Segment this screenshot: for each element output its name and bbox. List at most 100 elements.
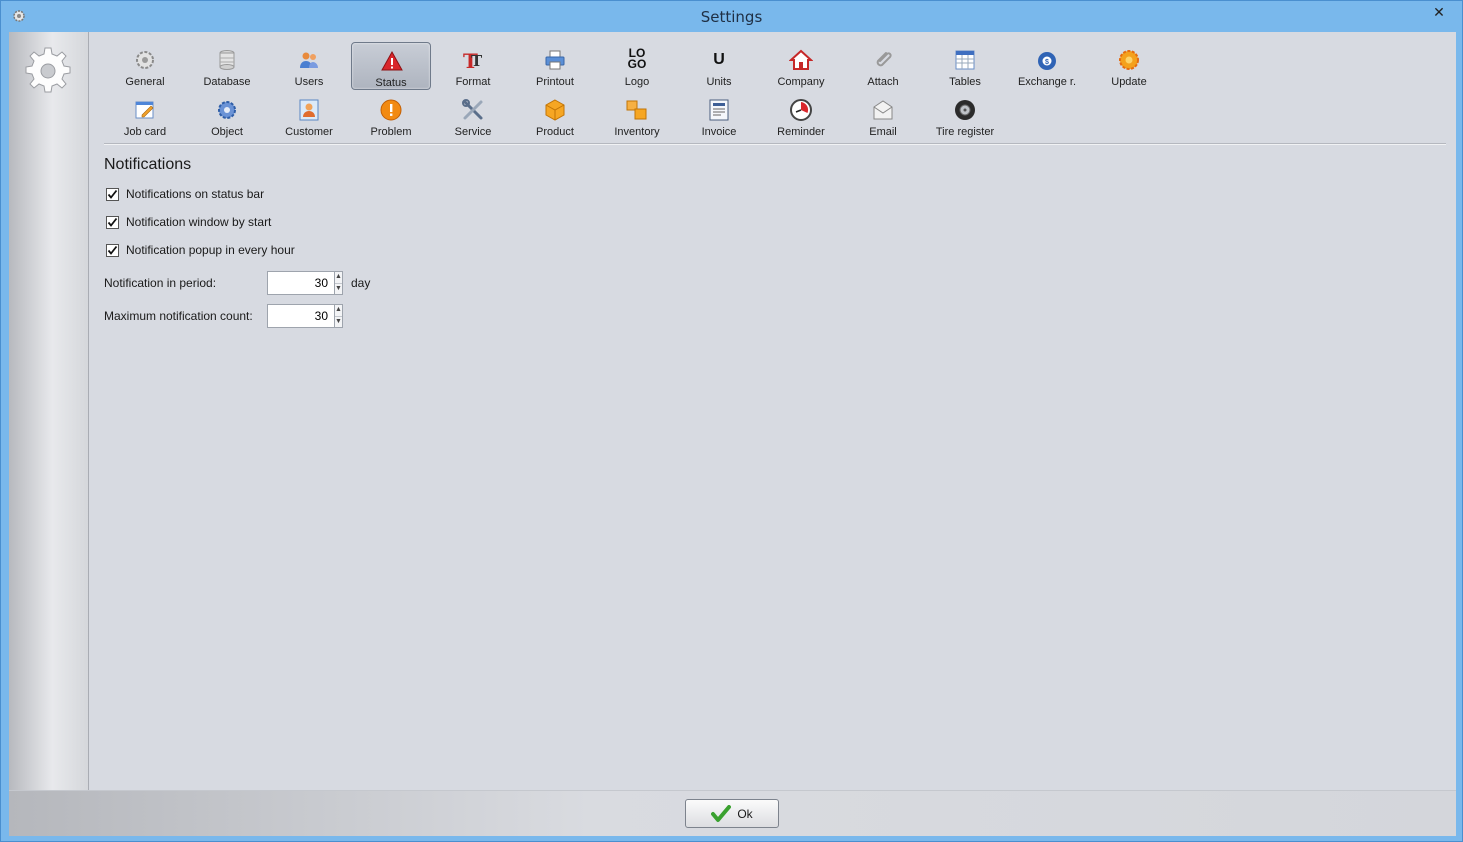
object-gear-icon xyxy=(218,101,236,119)
settings-window: Settings ✕ General Database Users Status… xyxy=(0,0,1463,842)
check-icon xyxy=(107,217,118,227)
check-window-start[interactable]: Notification window by start xyxy=(106,213,271,231)
nav-label: Customer xyxy=(285,126,333,138)
max-count-spinner[interactable]: ▲ ▼ xyxy=(267,304,343,328)
nav-label: Job card xyxy=(123,126,167,138)
format-icon: TT xyxy=(463,49,483,72)
printer-icon xyxy=(545,50,565,70)
ok-button[interactable]: Ok xyxy=(685,799,779,828)
nav-exchange-rate[interactable]: $ Exchange r. xyxy=(1007,42,1087,90)
nav-label: Units xyxy=(706,76,732,88)
box-icon xyxy=(545,99,565,121)
check-status-bar[interactable]: Notifications on status bar xyxy=(106,185,264,203)
max-count-row: Maximum notification count: ▲ ▼ xyxy=(104,304,343,328)
max-count-label: Maximum notification count: xyxy=(104,309,253,323)
close-button[interactable]: ✕ xyxy=(1422,2,1456,22)
check-icon xyxy=(107,189,118,199)
check-label: Notifications on status bar xyxy=(126,187,265,201)
nav-product[interactable]: Product xyxy=(515,92,595,140)
invoice-icon xyxy=(709,99,729,121)
nav-printout[interactable]: Printout xyxy=(515,42,595,90)
nav-general[interactable]: General xyxy=(105,42,185,90)
spin-up-icon[interactable]: ▲ xyxy=(335,305,342,316)
nav-label: Tables xyxy=(949,76,981,88)
boxes-icon xyxy=(626,100,647,120)
nav-units[interactable]: U Units xyxy=(679,42,759,90)
nav-label: Printout xyxy=(536,76,574,88)
tire-icon xyxy=(955,100,975,120)
ok-label: Ok xyxy=(737,806,753,821)
settings-nav: General Database Users Status TT Format … xyxy=(97,40,1437,140)
nav-service[interactable]: Service xyxy=(433,92,513,140)
spin-down-icon[interactable]: ▼ xyxy=(335,315,342,327)
nav-format[interactable]: TT Format xyxy=(433,42,513,90)
nav-inventory[interactable]: Inventory xyxy=(597,92,677,140)
nav-label: Status xyxy=(375,77,407,89)
checkbox[interactable] xyxy=(106,215,119,229)
units-icon: U xyxy=(713,51,725,68)
nav-label: Invoice xyxy=(701,126,737,138)
period-unit: day xyxy=(351,276,371,290)
footer-bar: Ok xyxy=(9,790,1456,836)
period-spinner[interactable]: ▲ ▼ xyxy=(267,271,343,295)
house-icon xyxy=(789,49,813,70)
nav-label: Reminder xyxy=(777,126,825,138)
check-label: Notification window by start xyxy=(126,215,272,229)
period-input[interactable] xyxy=(268,272,334,294)
max-count-input[interactable] xyxy=(268,305,334,327)
job-card-icon xyxy=(135,101,154,119)
nav-label: Exchange r. xyxy=(1017,76,1077,88)
nav-status[interactable]: Status xyxy=(351,42,431,90)
nav-customer[interactable]: Customer xyxy=(269,92,349,140)
problem-icon xyxy=(380,99,402,121)
nav-tables[interactable]: Tables xyxy=(925,42,1005,90)
spin-up-icon[interactable]: ▲ xyxy=(335,272,342,283)
nav-label: Problem xyxy=(370,126,412,138)
customer-icon xyxy=(299,99,319,121)
exchange-icon: $ xyxy=(1038,52,1056,70)
nav-label: Update xyxy=(1111,76,1147,88)
nav-label: Tire register xyxy=(935,126,995,138)
nav-update[interactable]: Update xyxy=(1089,42,1169,90)
nav-database[interactable]: Database xyxy=(187,42,267,90)
nav-email[interactable]: Email xyxy=(843,92,923,140)
nav-label: Database xyxy=(203,76,251,88)
clock-icon xyxy=(790,99,812,121)
notifications-title: Notifications xyxy=(104,156,192,173)
period-row: Notification in period: ▲ ▼ day xyxy=(104,271,370,295)
nav-object[interactable]: Object xyxy=(187,92,267,140)
nav-users[interactable]: Users xyxy=(269,42,349,90)
checkbox[interactable] xyxy=(106,243,119,257)
paperclip-icon xyxy=(876,52,892,67)
nav-problem[interactable]: Problem xyxy=(351,92,431,140)
spin-down-icon[interactable]: ▼ xyxy=(335,282,342,294)
nav-tire-register[interactable]: Tire register xyxy=(925,92,1005,140)
nav-invoice[interactable]: Invoice xyxy=(679,92,759,140)
nav-attach[interactable]: Attach xyxy=(843,42,923,90)
nav-reminder[interactable]: Reminder xyxy=(761,92,841,140)
nav-label: Logo xyxy=(624,76,650,88)
period-label: Notification in period: xyxy=(104,276,217,290)
nav-logo[interactable]: LO GO Logo xyxy=(597,42,677,90)
title-bar[interactable]: Settings ✕ xyxy=(1,1,1462,31)
svg-text:$: $ xyxy=(1045,59,1049,66)
logo-icon: LO GO xyxy=(627,46,647,71)
checkmark-icon xyxy=(711,804,732,822)
nav-label: Product xyxy=(536,126,574,138)
nav-job-card[interactable]: Job card xyxy=(105,92,185,140)
nav-company[interactable]: Company xyxy=(761,42,841,90)
check-icon xyxy=(107,245,118,255)
window-title: Settings xyxy=(700,8,763,26)
svg-text:T: T xyxy=(471,52,483,70)
warning-icon xyxy=(381,50,403,71)
tools-icon xyxy=(462,99,483,120)
checkbox[interactable] xyxy=(106,187,119,201)
settings-gear-icon xyxy=(25,47,71,93)
nav-separator xyxy=(104,143,1446,145)
gear-icon xyxy=(136,51,154,69)
nav-label: Inventory xyxy=(614,126,660,138)
check-popup-hourly[interactable]: Notification popup in every hour xyxy=(106,241,295,259)
update-icon xyxy=(1119,50,1139,70)
nav-label: Service xyxy=(454,126,492,138)
nav-label: Object xyxy=(211,126,243,138)
